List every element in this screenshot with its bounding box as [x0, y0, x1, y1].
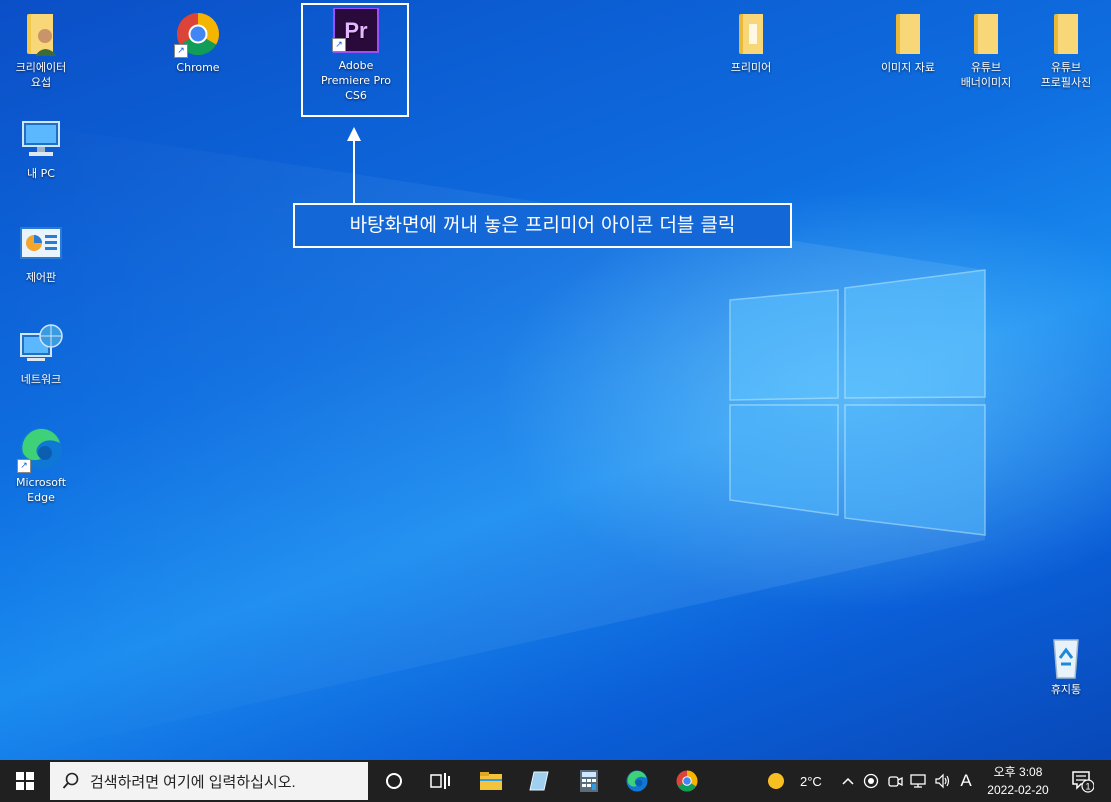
- desktop-icon-premiere[interactable]: Pr ↗ Adobe Premiere Pro CS6: [318, 7, 394, 103]
- premiere-pro-icon: Pr ↗: [332, 7, 380, 56]
- notification-icon: 1: [1072, 771, 1094, 793]
- annotation-arrow-line: [353, 140, 355, 203]
- weather-sun-icon: [768, 773, 784, 789]
- folder-icon: [1042, 10, 1090, 58]
- cortana-icon: [386, 773, 402, 789]
- taskbar-clock[interactable]: 오후 3:08 2022-02-20: [978, 763, 1058, 799]
- tray-overflow-button[interactable]: [838, 760, 858, 802]
- network-globe-icon: [17, 322, 65, 370]
- desktop-icon-label: 프리미어: [730, 61, 772, 74]
- notification-count: 1: [1085, 782, 1090, 792]
- chevron-up-icon: [842, 777, 854, 785]
- file-explorer-icon: [480, 772, 502, 790]
- volume-icon: [935, 773, 950, 789]
- chrome-icon: ↗: [174, 10, 222, 58]
- taskbar-notepad[interactable]: [516, 760, 562, 802]
- edge-icon: ↗: [17, 425, 65, 473]
- shortcut-arrow-icon: ↗: [332, 38, 346, 52]
- desktop-icon-premiere-folder[interactable]: 프리미어: [713, 10, 789, 75]
- record-icon: [863, 773, 879, 789]
- annotation-arrow-icon: [347, 127, 361, 141]
- desktop-icon-label: 제어판: [25, 271, 57, 284]
- wallpaper-windows-logo: [0, 120, 986, 760]
- chrome-icon: [676, 770, 698, 792]
- taskbar: 검색하려면 여기에 입력하십시오. 2°C A 오후 3:08 2022-02-…: [0, 760, 1111, 802]
- network-icon: [910, 774, 926, 788]
- desktop-icon-control-panel[interactable]: 제어판: [3, 220, 79, 285]
- desktop: 크리에이터 요섭 ↗ Chrome Pr ↗ Adobe Premiere Pr…: [0, 0, 1111, 760]
- cortana-button[interactable]: [372, 760, 416, 802]
- control-panel-icon: [17, 220, 65, 268]
- desktop-icon-creator-folder[interactable]: 크리에이터 요섭: [3, 10, 79, 90]
- taskbar-chrome[interactable]: [664, 760, 710, 802]
- desktop-icon-youtube-banner-folder[interactable]: 유튜브 배너이미지: [948, 10, 1024, 90]
- search-placeholder: 검색하려면 여기에 입력하십시오.: [90, 773, 296, 791]
- weather-temperature: 2°C: [800, 773, 822, 789]
- task-view-icon: [430, 773, 450, 789]
- task-view-button[interactable]: [418, 760, 462, 802]
- computer-icon: [17, 116, 65, 164]
- tray-record[interactable]: [860, 760, 882, 802]
- recycle-bin-icon: [1042, 632, 1090, 680]
- desktop-icon-label: 내 PC: [27, 167, 55, 180]
- desktop-icon-my-pc[interactable]: 내 PC: [3, 116, 79, 181]
- clock-time: 오후 3:08: [993, 765, 1043, 779]
- calculator-icon: [580, 770, 598, 792]
- taskbar-edge[interactable]: [614, 760, 660, 802]
- tray-volume[interactable]: [932, 760, 954, 802]
- shortcut-arrow-icon: ↗: [17, 459, 31, 473]
- search-icon: [62, 772, 79, 789]
- desktop-icon-label: Chrome: [176, 61, 220, 74]
- ime-indicator-label: A: [960, 771, 972, 790]
- desktop-icon-label: 휴지통: [1050, 683, 1082, 696]
- tray-meet[interactable]: [884, 760, 906, 802]
- clock-date: 2022-02-20: [987, 783, 1049, 797]
- desktop-icon-label: 이미지 자료: [880, 61, 936, 74]
- folder-icon: [884, 10, 932, 58]
- taskbar-calculator[interactable]: [566, 760, 612, 802]
- desktop-icon-network[interactable]: 네트워크: [3, 322, 79, 387]
- folder-icon: [962, 10, 1010, 58]
- desktop-icon-recycle-bin[interactable]: 휴지통: [1028, 632, 1104, 697]
- ime-indicator[interactable]: A: [956, 760, 976, 802]
- taskbar-file-explorer[interactable]: [468, 760, 514, 802]
- desktop-icon-label: 유튜브 배너이미지: [960, 61, 1012, 89]
- shortcut-arrow-icon: ↗: [174, 44, 188, 58]
- start-button[interactable]: [0, 760, 50, 802]
- tray-network[interactable]: [908, 760, 930, 802]
- desktop-icon-label: 네트워크: [20, 373, 62, 386]
- desktop-icon-label: Microsoft Edge: [15, 476, 67, 504]
- action-center-button[interactable]: 1: [1062, 760, 1102, 802]
- edge-icon: [626, 770, 648, 792]
- windows-start-icon: [16, 772, 34, 790]
- desktop-icon-label: 유튜브 프로필사진: [1040, 61, 1092, 89]
- premiere-glyph: Pr: [344, 18, 368, 43]
- desktop-icon-chrome[interactable]: ↗ Chrome: [160, 10, 236, 75]
- folder-user-icon: [17, 10, 65, 58]
- search-box[interactable]: 검색하려면 여기에 입력하십시오.: [50, 762, 368, 800]
- desktop-icon-edge[interactable]: ↗ Microsoft Edge: [3, 425, 79, 505]
- weather-widget[interactable]: 2°C: [766, 760, 830, 802]
- folder-icon: [727, 10, 775, 58]
- meet-icon: [888, 776, 903, 787]
- desktop-icon-label: Adobe Premiere Pro CS6: [320, 59, 392, 102]
- desktop-icon-label: 크리에이터 요섭: [15, 61, 67, 89]
- notepad-icon: [529, 771, 549, 791]
- annotation-callout: 바탕화면에 꺼내 놓은 프리미어 아이콘 더블 클릭: [293, 203, 792, 248]
- desktop-icon-image-folder[interactable]: 이미지 자료: [870, 10, 946, 75]
- desktop-icon-youtube-profile-folder[interactable]: 유튜브 프로필사진: [1028, 10, 1104, 90]
